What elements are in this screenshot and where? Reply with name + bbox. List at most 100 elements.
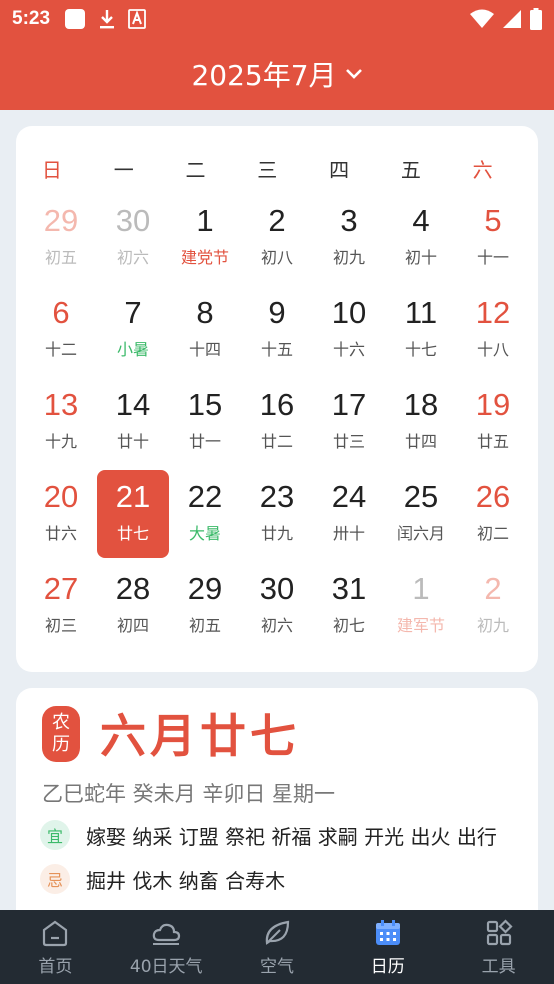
day-number: 17 bbox=[331, 387, 367, 422]
day-number: 3 bbox=[340, 203, 358, 238]
calendar-day[interactable]: 19 廿五 bbox=[457, 378, 529, 466]
signal-icon bbox=[503, 10, 521, 28]
nav-item-home[interactable]: 首页 bbox=[0, 910, 111, 984]
day-number: 20 bbox=[43, 479, 79, 514]
status-time: 5:23 bbox=[12, 8, 51, 29]
calendar-week-row: 13 十九 14 廿十 15 廿一 16 廿二 17 廿三 18 廿四 19 廿五 bbox=[25, 378, 529, 470]
nav-item-air[interactable]: 空气 bbox=[222, 910, 333, 984]
calendar-day[interactable]: 29 初五 bbox=[25, 194, 97, 282]
day-number: 29 bbox=[187, 571, 223, 606]
battery-icon bbox=[530, 8, 542, 30]
lunar-day-label: 廿五 bbox=[476, 432, 509, 451]
lunar-day-label: 卅十 bbox=[332, 524, 365, 543]
calendar-day[interactable]: 29 初五 bbox=[169, 562, 241, 650]
lunar-day-label: 廿三 bbox=[332, 432, 365, 451]
calendar-day[interactable]: 24 卅十 bbox=[313, 470, 385, 558]
calendar-day[interactable]: 26 初二 bbox=[457, 470, 529, 558]
nav-item-calendar[interactable]: 日历 bbox=[332, 910, 443, 984]
day-number: 21 bbox=[115, 479, 151, 514]
lunar-day-label: 廿六 bbox=[44, 524, 77, 543]
month-selector[interactable]: 2025年7月 bbox=[0, 54, 554, 94]
weekday-header: 日 一 二 三 四 五 六 bbox=[16, 154, 538, 183]
calendar-day[interactable]: 27 初三 bbox=[25, 562, 97, 650]
calendar-day[interactable]: 13 十九 bbox=[25, 378, 97, 466]
weekday-label: 三 bbox=[257, 158, 278, 182]
calendar-day[interactable]: 15 廿一 bbox=[169, 378, 241, 466]
nav-item-40day-weather[interactable]: 40日天气 bbox=[111, 910, 222, 984]
leaf-icon bbox=[265, 920, 290, 945]
day-number: 25 bbox=[403, 479, 439, 514]
calendar-day[interactable]: 30 初六 bbox=[97, 194, 169, 282]
calendar-day[interactable]: 4 初十 bbox=[385, 194, 457, 282]
lunar-day-label: 小暑 bbox=[116, 340, 149, 359]
calendar-day[interactable]: 8 十四 bbox=[169, 286, 241, 374]
calendar-day[interactable]: 6 十二 bbox=[25, 286, 97, 374]
ji-tag: 忌 bbox=[40, 864, 70, 894]
nav-item-tools[interactable]: 工具 bbox=[443, 910, 554, 984]
calendar-week-row: 29 初五 30 初六 1 建党节 2 初八 3 初九 4 初十 5 十一 bbox=[25, 194, 529, 286]
lunar-day-label: 初五 bbox=[44, 248, 77, 267]
ji-row[interactable]: 忌 掘井 伐木 纳畜 合寿木 bbox=[40, 864, 520, 894]
day-number: 27 bbox=[43, 571, 79, 606]
lunar-day-label: 廿二 bbox=[260, 432, 293, 451]
calendar-day[interactable]: 14 廿十 bbox=[97, 378, 169, 466]
day-number: 5 bbox=[484, 203, 502, 238]
day-number: 23 bbox=[259, 479, 295, 514]
calendar-day-today[interactable]: 21 廿七 bbox=[97, 470, 169, 558]
calendar-day[interactable]: 2 初八 bbox=[241, 194, 313, 282]
lunar-day-label: 廿一 bbox=[188, 432, 221, 451]
calendar-day[interactable]: 1 建党节 bbox=[169, 194, 241, 282]
calendar-day[interactable]: 17 廿三 bbox=[313, 378, 385, 466]
lunar-info-card: 农 历 六月廿七 乙巳蛇年 癸未月 辛卯日 星期一 宜 嫁娶 纳采 订盟 祭祀 … bbox=[16, 688, 538, 928]
calendar-day[interactable]: 5 十一 bbox=[457, 194, 529, 282]
calendar-day[interactable]: 16 廿二 bbox=[241, 378, 313, 466]
calendar-day[interactable]: 20 廿六 bbox=[25, 470, 97, 558]
lunar-day-label: 初六 bbox=[260, 616, 293, 635]
calendar-day[interactable]: 11 十七 bbox=[385, 286, 457, 374]
calendar-day[interactable]: 9 十五 bbox=[241, 286, 313, 374]
lunar-day-label: 初五 bbox=[188, 616, 221, 635]
calendar-grid: 29 初五 30 初六 1 建党节 2 初八 3 初九 4 初十 5 十一 6 十二 7 小暑 8 十四 9 十五 10 十六… bbox=[25, 194, 529, 654]
day-number: 30 bbox=[259, 571, 295, 606]
calendar-day[interactable]: 23 廿九 bbox=[241, 470, 313, 558]
ji-text: 掘井 伐木 纳畜 合寿木 bbox=[86, 868, 286, 893]
grid-icon bbox=[486, 918, 513, 945]
day-number: 11 bbox=[404, 295, 438, 330]
yi-row[interactable]: 宜 嫁娶 纳采 订盟 祭祀 祈福 求嗣 开光 出火 出行 bbox=[40, 820, 520, 850]
lunar-day-label: 十八 bbox=[476, 340, 509, 359]
day-number: 2 bbox=[268, 203, 286, 238]
lunar-day-label: 大暑 bbox=[188, 524, 221, 543]
top-header: 5:23 2025年7月 bbox=[0, 0, 554, 110]
lunar-day-label: 十一 bbox=[476, 248, 509, 267]
calendar-week-row: 6 十二 7 小暑 8 十四 9 十五 10 十六 11 十七 12 十八 bbox=[25, 286, 529, 378]
weekday-label: 二 bbox=[185, 158, 206, 182]
badge-char: 历 bbox=[52, 734, 70, 755]
calendar-day[interactable]: 30 初六 bbox=[241, 562, 313, 650]
lunar-day-label: 初九 bbox=[476, 616, 509, 635]
calendar-day[interactable]: 1 建军节 bbox=[385, 562, 457, 650]
status-bar: 5:23 bbox=[0, 0, 554, 38]
nav-label: 空气 bbox=[259, 956, 294, 977]
wifi-icon bbox=[470, 9, 494, 28]
calendar-day[interactable]: 7 小暑 bbox=[97, 286, 169, 374]
lunar-day-label: 初八 bbox=[260, 248, 293, 267]
calendar-day[interactable]: 28 初四 bbox=[97, 562, 169, 650]
lunar-day-label: 初三 bbox=[44, 616, 77, 635]
calendar-icon bbox=[375, 919, 400, 945]
calendar-day[interactable]: 3 初九 bbox=[313, 194, 385, 282]
calendar-day[interactable]: 31 初七 bbox=[313, 562, 385, 650]
day-number: 13 bbox=[43, 387, 79, 422]
calendar-day[interactable]: 18 廿四 bbox=[385, 378, 457, 466]
lunar-day-label: 初六 bbox=[116, 248, 149, 267]
app-notification-icon bbox=[128, 9, 146, 29]
calendar-day[interactable]: 12 十八 bbox=[457, 286, 529, 374]
yi-tag: 宜 bbox=[40, 820, 70, 850]
lunar-day-label: 初七 bbox=[332, 616, 365, 635]
calendar-day[interactable]: 25 闰六月 bbox=[385, 470, 457, 558]
calendar-day[interactable]: 22 大暑 bbox=[169, 470, 241, 558]
lunar-day-label: 初十 bbox=[404, 248, 437, 267]
calendar-day[interactable]: 10 十六 bbox=[313, 286, 385, 374]
nav-label: 40日天气 bbox=[129, 956, 203, 977]
calendar-day[interactable]: 2 初九 bbox=[457, 562, 529, 650]
day-number: 26 bbox=[475, 479, 511, 514]
